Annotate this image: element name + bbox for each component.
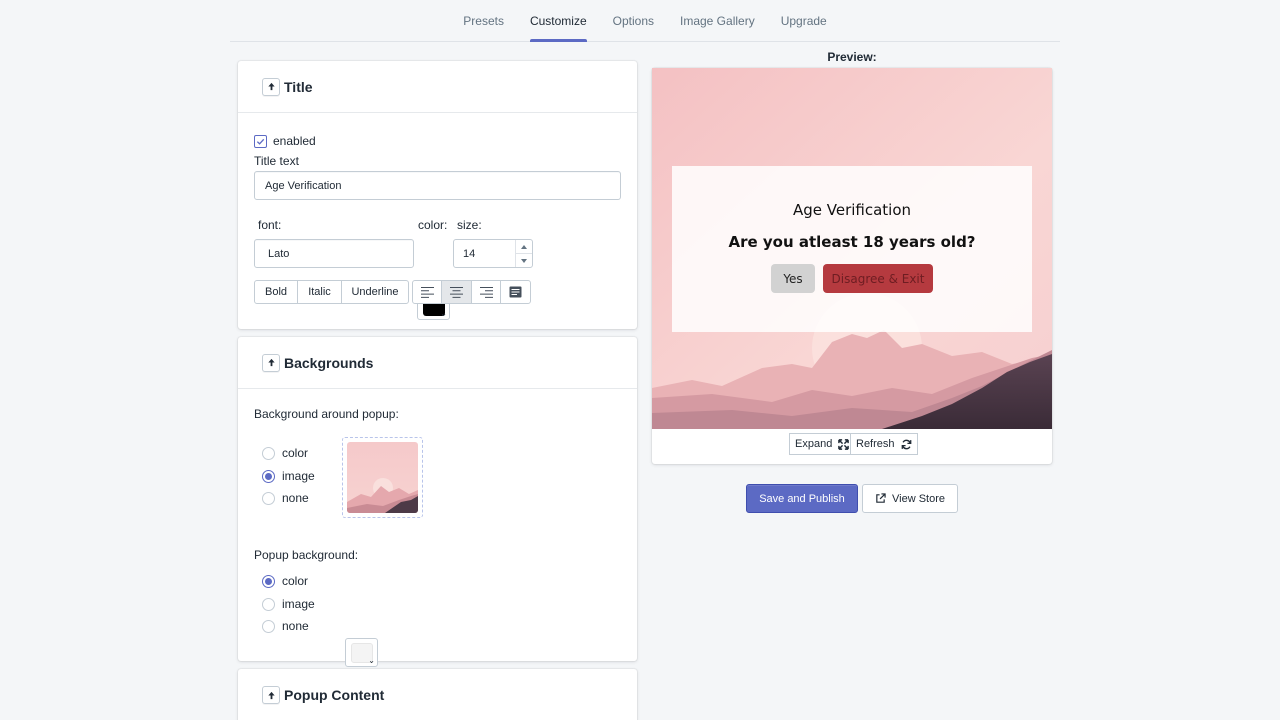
popup-title: Age Verification (792, 201, 912, 219)
view-store-label: View Store (892, 492, 945, 505)
popup-content-card-header: Popup Content (238, 669, 637, 720)
popup-exit-button[interactable]: Disagree & Exit (823, 264, 933, 293)
popup-image-radio[interactable] (262, 597, 275, 611)
backgrounds-card-header: Backgrounds (238, 337, 637, 389)
text-align-group (412, 280, 531, 304)
popup-question: Are you atleast 18 years old? (728, 233, 976, 251)
enabled-label: enabled (273, 134, 316, 148)
collapse-backgrounds-button[interactable] (262, 353, 280, 372)
color-label: color: (418, 218, 448, 232)
tab-image-gallery[interactable]: Image Gallery (667, 0, 768, 41)
popup-image-label: image (282, 597, 315, 611)
checkmark-icon (256, 138, 265, 145)
refresh-label: Refresh (856, 438, 895, 450)
around-image-label: image (282, 469, 315, 483)
arrow-up-icon (267, 691, 275, 699)
preview-popup: Age Verification Are you atleast 18 year… (672, 166, 1032, 332)
enabled-row: enabled (254, 134, 316, 148)
size-stepper[interactable]: 14 (453, 239, 533, 268)
expand-icon (838, 438, 850, 450)
collapse-title-button[interactable] (262, 77, 280, 96)
text-style-group: Bold Italic Underline (254, 280, 409, 304)
backgrounds-card: Backgrounds Background around popup: col… (238, 337, 637, 667)
arrow-up-icon (267, 358, 275, 367)
top-nav: Presets Customize Options Image Gallery … (230, 0, 1060, 42)
refresh-icon (901, 439, 911, 449)
refresh-button[interactable]: Refresh (850, 433, 918, 455)
backgrounds-card-heading: Backgrounds (284, 354, 374, 371)
around-color-radio[interactable] (262, 446, 275, 460)
save-and-publish-button[interactable]: Save and Publish (746, 484, 858, 513)
popup-yes-button[interactable]: Yes (771, 264, 815, 293)
chevron-down-icon: ⌄ (368, 656, 375, 665)
title-text-label: Title text (254, 154, 299, 168)
popup-option-color[interactable]: color (262, 574, 308, 588)
size-increment-button[interactable] (516, 240, 532, 254)
title-card-header: Title (238, 61, 637, 113)
tab-upgrade[interactable]: Upgrade (768, 0, 840, 41)
align-justify-button[interactable] (501, 281, 530, 303)
title-card-heading: Title (284, 78, 313, 95)
align-left-icon (420, 286, 434, 298)
bold-button[interactable]: Bold (255, 281, 298, 303)
align-justify-icon (509, 286, 522, 298)
tab-options[interactable]: Options (600, 0, 667, 41)
font-select[interactable]: Lato (254, 239, 414, 268)
enabled-checkbox[interactable] (254, 134, 267, 148)
size-stepper-arrows (515, 240, 532, 267)
align-right-icon (479, 286, 493, 298)
popup-none-label: none (282, 619, 309, 633)
size-label: size: (457, 218, 482, 232)
background-around-label: Background around popup: (254, 407, 399, 421)
popup-none-radio[interactable] (262, 619, 275, 633)
around-none-radio[interactable] (262, 491, 275, 505)
popup-option-image[interactable]: image (262, 597, 315, 611)
align-right-button[interactable] (472, 281, 501, 303)
title-card: Title enabled Title text Age Verificatio… (238, 61, 637, 329)
size-input[interactable]: 14 (454, 240, 515, 267)
view-store-button[interactable]: View Store (862, 484, 958, 513)
expand-label: Expand (795, 438, 833, 450)
chevron-down-icon: ⌄ (440, 309, 447, 318)
align-center-button[interactable] (442, 281, 472, 303)
popup-background-label: Popup background: (254, 548, 359, 562)
popup-option-none[interactable]: none (262, 619, 309, 633)
tab-customize[interactable]: Customize (517, 0, 600, 42)
preview-label: Preview: (827, 50, 877, 64)
caret-down-icon (521, 258, 527, 263)
arrow-up-icon (267, 82, 275, 91)
around-color-label: color (282, 446, 309, 460)
popup-content-card-heading: Popup Content (284, 687, 385, 703)
around-option-color[interactable]: color (262, 446, 308, 460)
collapse-popup-content-button[interactable] (262, 686, 280, 704)
popup-color-label: color (282, 574, 309, 588)
align-center-icon (450, 286, 463, 298)
around-none-label: none (282, 491, 309, 505)
underline-button[interactable]: Underline (342, 281, 408, 303)
external-link-icon (876, 493, 886, 503)
background-image-thumbnail (347, 442, 418, 513)
popup-color-radio[interactable] (262, 574, 275, 588)
expand-button[interactable]: Expand (789, 433, 856, 455)
around-option-none[interactable]: none (262, 491, 309, 505)
caret-up-icon (521, 244, 527, 249)
size-decrement-button[interactable] (516, 254, 532, 267)
around-option-image[interactable]: image (262, 469, 315, 483)
preview-panel: Age Verification Are you atleast 18 year… (652, 68, 1052, 464)
popup-content-card: Popup Content (238, 669, 637, 720)
italic-button[interactable]: Italic (298, 281, 342, 303)
font-label: font: (258, 218, 282, 232)
popup-color-picker[interactable]: ⌄ (345, 638, 378, 667)
around-image-radio[interactable] (262, 469, 275, 483)
title-text-input[interactable]: Age Verification (254, 171, 621, 200)
align-left-button[interactable] (413, 281, 442, 303)
background-image-picker[interactable] (342, 437, 423, 518)
tab-presets[interactable]: Presets (450, 0, 517, 41)
